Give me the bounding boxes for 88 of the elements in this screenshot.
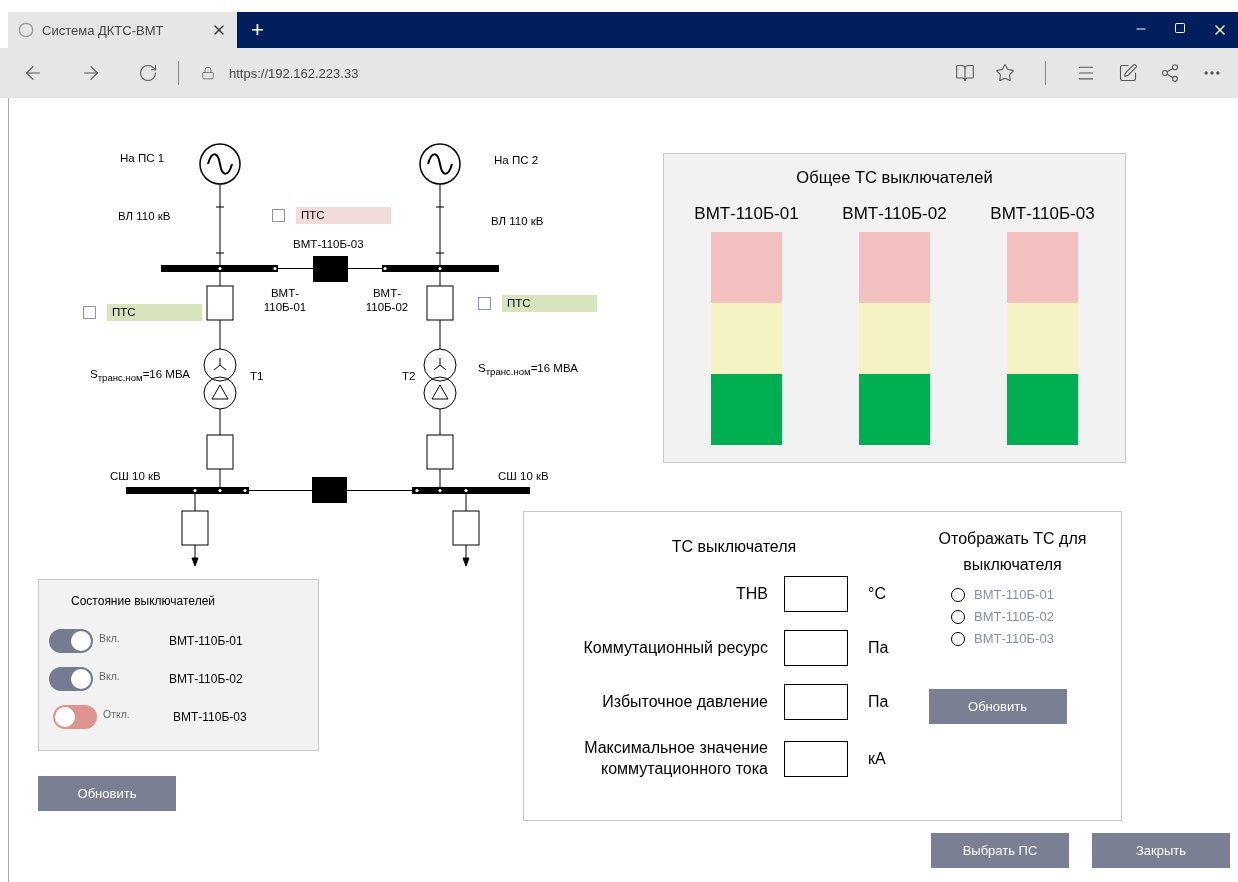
generator-icon [419,143,461,185]
status-segment [1007,374,1078,445]
radio-button[interactable] [951,631,966,646]
circuit-breaker [313,256,348,282]
checkbox[interactable] [272,209,285,222]
input-field[interactable] [784,740,848,777]
bus-label: СШ 10 кВ [110,470,161,484]
breaker-name: ВМТ-110Б-03 [990,204,1095,224]
transformer-label: Т2 [402,370,416,384]
input-field[interactable] [784,576,848,612]
transformer-icon [203,348,237,410]
action-button[interactable]: Выбрать ПС [931,833,1069,868]
status-segment [1007,232,1078,303]
source-label: На ПС 1 [120,152,165,166]
breaker-name: ВМТ-110Б-02 [842,204,947,224]
toggle-switch[interactable] [53,705,97,729]
disconnector-box [452,510,480,546]
line-label: ВЛ 110 кВ [491,215,544,229]
field-label: Коммутационный ресурс [582,637,768,658]
book-icon[interactable] [955,63,975,83]
input-field[interactable] [784,684,848,720]
option-label[interactable]: ВМТ-110Б-03 [974,631,1054,647]
option-label[interactable]: ВМТ-110Б-01 [974,587,1054,603]
disconnector-box [426,434,454,470]
new-tab-button[interactable]: + [243,17,272,43]
disconnector-box [206,434,234,470]
pts-indicator: ПТС [502,295,597,312]
pts-indicator: ПТС [296,207,391,224]
field-label: ТНВ [735,583,768,604]
breaker-label: ВМТ-110Б-03 [293,238,364,252]
unit-label: кА [867,749,887,768]
address-field[interactable]: https://192.162.223.33 [229,65,359,81]
toggle-switch[interactable] [49,667,93,691]
checkbox[interactable] [478,297,491,310]
checkbox[interactable] [83,306,96,319]
source-label: На ПС 2 [494,154,539,168]
status-segment [859,374,930,445]
status-segment [859,303,930,374]
maximize-icon[interactable] [1174,22,1186,34]
pen-icon[interactable] [1118,63,1138,83]
breaker-name: ВМТ-110Б-02 [169,672,243,686]
share-icon[interactable] [1160,63,1180,83]
page-icon [18,22,34,38]
status-segment [711,374,782,445]
status-segment [1007,303,1078,374]
refresh-button[interactable]: Обновить [928,689,1067,725]
refresh-icon[interactable] [138,63,158,83]
action-button[interactable]: Закрыть [1092,833,1230,868]
circuit-breaker [312,477,347,503]
breaker-label: ВМТ- 110Б-02 [364,287,410,315]
power-label: S$_{транс.ном}$=16 МВА [90,368,190,384]
input-field[interactable] [784,630,848,666]
disconnector-box [206,285,234,321]
panel-title: Отображать ТС для выключателя [937,529,1088,575]
state-label: Вкл. [99,670,121,682]
state-label: Откл. [103,708,131,720]
refresh-button[interactable]: Обновить [38,776,176,811]
option-label[interactable]: ВМТ-110Б-02 [974,609,1054,625]
state-label: Вкл. [99,632,121,644]
panel-title: Общее ТС выключателей [796,168,993,187]
transformer-label: Т1 [250,370,264,384]
lock-icon [201,66,215,80]
panel-title: Состояние выключателей [71,594,216,608]
toggle-switch[interactable] [49,629,93,653]
unit-label: Па [867,639,890,657]
disconnector-box [181,510,209,546]
bus-label: СШ 10 кВ [498,470,549,484]
pts-indicator: ПТС [107,304,202,321]
field-label: Максимальное значение коммутационного тока [583,738,768,779]
unit-label: °C [867,585,887,603]
breaker-name: ВМТ-110Б-03 [173,710,247,724]
power-label: S$_{транс.ном}$=16 МВА [478,362,578,378]
radio-button[interactable] [951,609,966,624]
line-label: ВЛ 110 кВ [118,210,171,224]
breaker-name: ВМТ-110Б-01 [694,204,799,224]
field-label: Избыточное давление [601,691,768,712]
status-segment [711,303,782,374]
unit-label: Па [867,693,890,711]
radio-button[interactable] [951,587,966,602]
disconnector-box [426,285,454,321]
generator-icon [199,143,241,185]
panel-title: ТС выключателя [670,538,798,556]
transformer-icon [423,348,457,410]
status-segment [859,232,930,303]
star-icon[interactable] [995,63,1015,83]
breaker-label: ВМТ- 110Б-01 [262,287,308,315]
status-segment [711,232,782,303]
breaker-name: ВМТ-110Б-01 [169,634,243,648]
